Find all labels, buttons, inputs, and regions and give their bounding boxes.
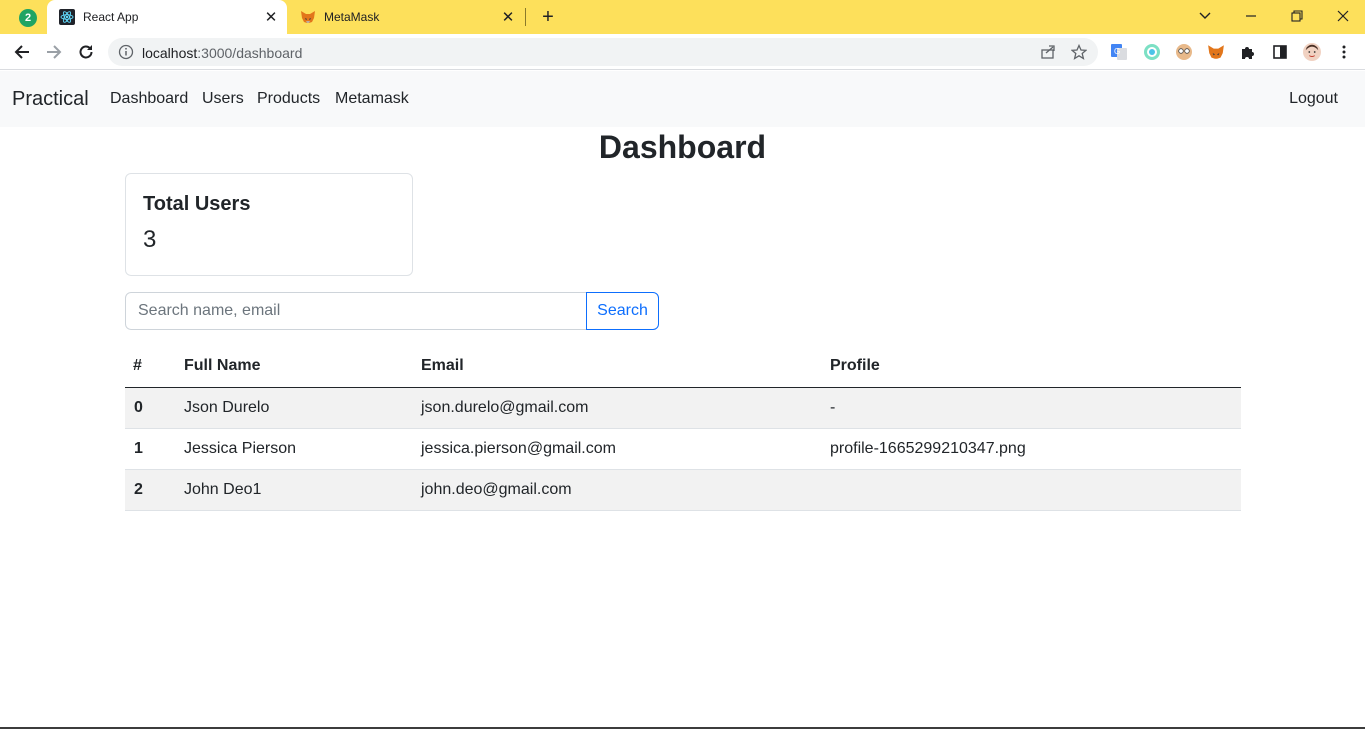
- brand-link[interactable]: Practical: [12, 88, 89, 111]
- address-bar[interactable]: localhost:3000/dashboard: [108, 38, 1098, 66]
- google-translate-icon[interactable]: G: [1110, 43, 1128, 61]
- row-index: 1: [125, 428, 176, 470]
- restore-icon[interactable]: [1284, 4, 1310, 28]
- tab-search-icon[interactable]: [1192, 4, 1218, 28]
- share-icon[interactable]: [1040, 44, 1056, 60]
- total-users-card: Total Users 3: [125, 173, 413, 276]
- table-row: 2 John Deo1 john.deo@gmail.com: [125, 469, 1241, 511]
- row-full-name: John Deo1: [176, 469, 413, 511]
- react-icon: [59, 9, 75, 25]
- close-tab-icon[interactable]: ✕: [500, 9, 516, 26]
- row-profile: -: [822, 387, 1241, 429]
- close-tab-icon[interactable]: ✕: [263, 9, 279, 26]
- nav-link-dashboard[interactable]: Dashboard: [110, 90, 188, 108]
- tab-react-app[interactable]: React App ✕: [47, 0, 287, 34]
- row-profile: [822, 469, 1241, 511]
- total-users-count: 3: [143, 226, 157, 253]
- nav-link-products[interactable]: Products: [257, 90, 320, 108]
- tab-title: MetaMask: [324, 10, 380, 24]
- row-full-name: Jessica Pierson: [176, 428, 413, 470]
- tab-separator: [525, 8, 526, 26]
- search-button[interactable]: Search: [586, 292, 659, 330]
- browser-menu-icon[interactable]: [1335, 43, 1353, 61]
- tab-metamask[interactable]: MetaMask ✕: [288, 0, 524, 34]
- new-tab-button[interactable]: +: [538, 7, 558, 27]
- table-row: 1 Jessica Pierson jessica.pierson@gmail.…: [125, 428, 1241, 470]
- url-host: localhost: [142, 45, 198, 61]
- reload-icon[interactable]: [74, 40, 98, 64]
- column-header-full-name: Full Name: [176, 346, 413, 388]
- column-header-email: Email: [413, 346, 822, 388]
- profile-avatar[interactable]: [1303, 43, 1321, 61]
- metamask-extension-icon[interactable]: [1207, 43, 1225, 61]
- forward-arrow-icon[interactable]: [42, 40, 66, 64]
- back-arrow-icon[interactable]: [10, 40, 34, 64]
- row-index: 2: [125, 469, 176, 511]
- nav-link-metamask[interactable]: Metamask: [335, 90, 409, 108]
- side-panel-icon[interactable]: [1271, 43, 1289, 61]
- browser-toolbar: localhost:3000/dashboard G: [0, 34, 1365, 70]
- bookmark-star-icon[interactable]: [1071, 44, 1087, 60]
- row-email: jessica.pierson@gmail.com: [413, 428, 822, 470]
- logout-link[interactable]: Logout: [1289, 90, 1338, 108]
- url-path: :3000/dashboard: [197, 45, 303, 61]
- column-header-index: #: [125, 346, 176, 388]
- app-navbar: Practical Dashboard Users Products Metam…: [0, 71, 1365, 127]
- site-info-icon[interactable]: [118, 44, 134, 60]
- table-row: 0 Json Durelo json.durelo@gmail.com -: [125, 387, 1241, 429]
- extension-face-icon[interactable]: [1175, 43, 1193, 61]
- extensions-puzzle-icon[interactable]: [1239, 43, 1257, 61]
- row-profile: profile-1665299210347.png: [822, 428, 1241, 470]
- users-table: # Full Name Email Profile 0 Json Durelo …: [125, 346, 1241, 511]
- metamask-fox-icon: [301, 11, 315, 23]
- url-text: localhost:3000/dashboard: [142, 45, 302, 61]
- row-email: john.deo@gmail.com: [413, 469, 822, 511]
- nav-link-users[interactable]: Users: [202, 90, 244, 108]
- tab-title: React App: [83, 10, 139, 24]
- table-header-row: # Full Name Email Profile: [125, 346, 1241, 388]
- minimize-icon[interactable]: [1238, 4, 1264, 28]
- tab-group-counter[interactable]: 2: [19, 9, 37, 27]
- close-window-icon[interactable]: [1330, 4, 1356, 28]
- row-index: 0: [125, 387, 176, 429]
- column-header-profile: Profile: [822, 346, 1241, 388]
- card-title: Total Users: [143, 193, 251, 215]
- browser-tab-strip: 2 React App ✕ MetaMask ✕ +: [0, 0, 1365, 34]
- page-title: Dashboard: [598, 129, 767, 165]
- search-input[interactable]: [125, 292, 587, 330]
- row-email: json.durelo@gmail.com: [413, 387, 822, 429]
- svg-text:G: G: [1114, 47, 1120, 56]
- extension-circle-icon[interactable]: [1143, 43, 1161, 61]
- row-full-name: Json Durelo: [176, 387, 413, 429]
